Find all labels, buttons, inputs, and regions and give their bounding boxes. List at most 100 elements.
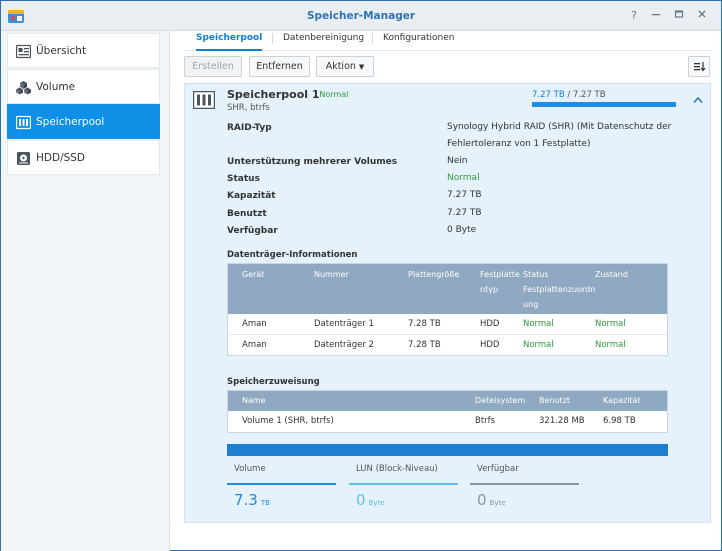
sort-icon [694, 62, 706, 72]
tab-divider [372, 33, 373, 44]
cell-capacity: 6.98 TB [603, 416, 636, 426]
title-bar: Speicher-Manager ? [1, 1, 721, 31]
sidebar-item-overview[interactable]: Übersicht [7, 33, 160, 68]
prop-capacity-value: 7.27 TB [447, 190, 482, 200]
prop-available-label: Verfügbar [227, 226, 278, 236]
storage-pool-icon [16, 115, 31, 130]
col-number: Nummer [314, 270, 349, 279]
pool-title: Speicherpool 1 [227, 88, 320, 101]
summary-available-value: 0 Byte [477, 491, 506, 509]
cell-name: Volume 1 (SHR, btrfs) [242, 416, 334, 426]
row-divider [228, 334, 667, 335]
col-disk-assignment: Status Festplattenzuordn ung [523, 270, 596, 309]
action-menu-button[interactable]: Aktion ▼ [316, 56, 374, 77]
volume-icon [16, 81, 31, 95]
col-device: Gerät [242, 270, 265, 279]
disk-info-title: Datenträger-Informationen [227, 250, 358, 260]
summary-available-line [470, 483, 579, 485]
summary-available-label: Verfügbar [477, 464, 519, 474]
maximize-icon[interactable] [672, 9, 686, 23]
chevron-up-icon[interactable] [693, 96, 703, 104]
storage-pool-icon [193, 91, 215, 109]
storage-manager-window: Speicher-Manager ? Übersicht Volume Spei… [0, 0, 722, 551]
action-label: Aktion [325, 61, 356, 72]
prop-status-value: Normal [447, 173, 480, 183]
tab-data-scrubbing[interactable]: Datenbereinigung [283, 31, 364, 51]
pool-status: - Normal [314, 90, 349, 99]
pool-capacity-text: 7.27 TB / 7.27 TB [532, 90, 606, 100]
prop-raid-type-value: Synology Hybrid RAID (SHR) (Mit Datensch… [447, 122, 672, 149]
pool-subtitle: SHR, btrfs [227, 103, 270, 113]
col-filesystem: Dateisystem [475, 396, 526, 405]
sidebar-item-volume[interactable]: Volume [7, 69, 160, 104]
overview-icon [16, 44, 31, 59]
close-icon[interactable] [695, 9, 709, 23]
caret-down-icon: ▼ [358, 63, 365, 71]
sidebar-item-hdd-ssd[interactable]: HDD/SSD [7, 140, 160, 175]
window-title: Speicher-Manager [306, 10, 416, 22]
cell-type: HDD [480, 319, 500, 329]
hdd-icon [17, 152, 30, 165]
pool-capacity-fill [532, 102, 676, 107]
disk-table: Gerät Nummer Plattengröße Festplatte nty… [227, 263, 668, 356]
allocation-usage-bar [227, 444, 668, 456]
cell-filesystem: Btrfs [475, 416, 496, 426]
cell-size: 7.28 TB [408, 340, 441, 350]
summary-lun-unit: Byte [368, 499, 385, 507]
cell-assignment: Normal [523, 319, 554, 329]
create-button[interactable]: Erstellen [184, 56, 242, 77]
summary-volume-line [227, 483, 336, 485]
cell-used: 321.28 MB [539, 416, 585, 426]
prop-status-label: Status [227, 174, 260, 184]
summary-lun-line [349, 483, 458, 485]
cell-condition: Normal [595, 319, 626, 329]
summary-volume-number: 7.3 [234, 491, 258, 509]
prop-used-label: Benutzt [227, 209, 267, 219]
cell-condition: Normal [595, 340, 626, 350]
summary-available-number: 0 [477, 491, 487, 509]
col-disk-type: Festplatte ntyp [480, 270, 520, 294]
disk-table-header: Gerät Nummer Plattengröße Festplatte nty… [228, 264, 667, 314]
prop-available-value: 0 Byte [447, 225, 477, 235]
cell-size: 7.28 TB [408, 319, 441, 329]
summary-volume-label: Volume [234, 464, 266, 474]
tab-storage-pool[interactable]: Speicherpool [196, 31, 263, 51]
tab-configurations[interactable]: Konfigurationen [383, 31, 454, 51]
tab-bar: Speicherpool Datenbereinigung Konfigurat… [184, 31, 712, 51]
prop-raid-type-label: RAID-Typ [227, 123, 272, 133]
cell-type: HDD [480, 340, 500, 350]
prop-used-value: 7.27 TB [447, 208, 482, 218]
prop-capacity-label: Kapazität [227, 191, 276, 201]
pool-used-text: 7.27 TB [532, 90, 565, 100]
sort-button[interactable] [688, 56, 710, 77]
prop-multi-volume-value: Nein [447, 156, 468, 166]
help-icon[interactable]: ? [627, 9, 641, 23]
summary-lun-value: 0 Byte [356, 491, 385, 509]
col-used: Benutzt [539, 396, 571, 405]
cell-number: Datenträger 1 [314, 319, 374, 329]
sidebar-item-label: Übersicht [36, 45, 87, 57]
remove-button[interactable]: Entfernen [249, 56, 310, 77]
allocation-table: Name Dateisystem Benutzt Kapazität Volum… [227, 390, 668, 433]
tab-divider [272, 33, 273, 44]
allocation-title: Speicherzuweisung [227, 377, 320, 387]
col-capacity: Kapazität [603, 396, 641, 405]
minimize-icon[interactable] [649, 9, 663, 23]
summary-volume-unit: TB [260, 499, 270, 507]
summary-lun-label: LUN (Block-Niveau) [356, 464, 438, 474]
summary-available-unit: Byte [489, 499, 506, 507]
col-condition: Zustand [595, 270, 628, 279]
sidebar-item-label: Speicherpool [36, 116, 105, 128]
col-disk-size: Plattengröße [408, 270, 460, 279]
cell-number: Datenträger 2 [314, 340, 374, 350]
sidebar: Übersicht Volume Speicherpool HDD/SSD [1, 31, 170, 551]
pool-capacity-bar [532, 102, 676, 107]
col-name: Name [242, 396, 266, 405]
cell-device: Aman [242, 319, 267, 329]
prop-multi-volume-label: Unterstützung mehrerer Volumes [227, 157, 398, 167]
cell-device: Aman [242, 340, 267, 350]
cell-assignment: Normal [523, 340, 554, 350]
sidebar-item-storage-pool[interactable]: Speicherpool [7, 104, 160, 139]
allocation-table-header: Name Dateisystem Benutzt Kapazität [228, 391, 667, 411]
summary-lun-number: 0 [356, 491, 366, 509]
